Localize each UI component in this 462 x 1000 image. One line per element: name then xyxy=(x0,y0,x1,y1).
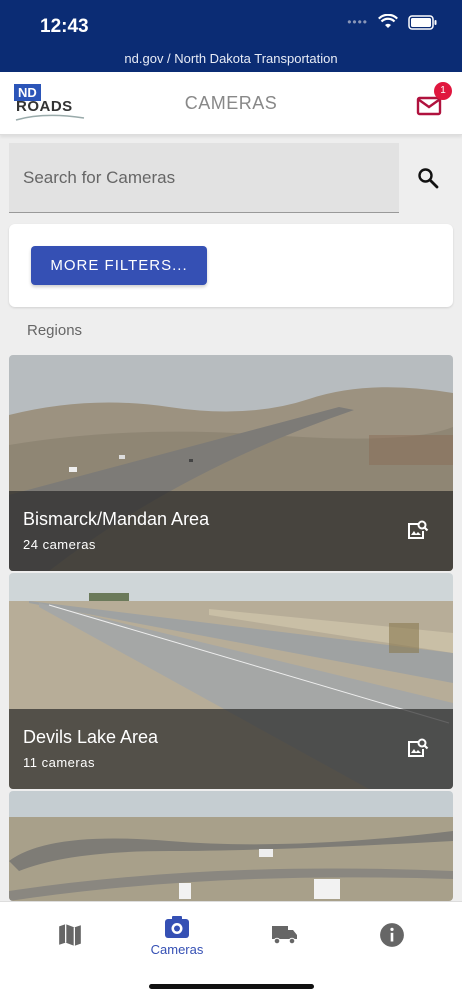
map-icon xyxy=(59,924,81,946)
app-header: ND ROADS CAMERAS 1 xyxy=(0,72,462,135)
region-overlay: Bismarck/Mandan Area 24 cameras xyxy=(9,491,453,571)
battery-icon xyxy=(408,14,437,30)
signal-dots-icon: •••• xyxy=(347,15,368,29)
region-card-devils-lake[interactable]: Devils Lake Area 11 cameras xyxy=(9,573,453,789)
status-bar: 12:43 •••• nd.gov / North Dakota Transpo… xyxy=(0,0,462,72)
search-field xyxy=(9,143,399,213)
info-icon xyxy=(380,923,404,947)
image-search-icon[interactable] xyxy=(405,519,429,543)
camera-count: 11 cameras xyxy=(23,755,95,770)
region-overlay: Devils Lake Area 11 cameras xyxy=(9,709,453,789)
truck-icon xyxy=(272,926,297,945)
tab-trucking[interactable] xyxy=(245,914,325,964)
url-bar[interactable]: nd.gov / North Dakota Transportation xyxy=(0,51,462,66)
page-title: CAMERAS xyxy=(184,93,278,113)
region-name: Bismarck/Mandan Area xyxy=(23,509,210,529)
tab-cameras[interactable]: Cameras xyxy=(137,914,217,964)
regions-heading: Regions xyxy=(27,322,83,339)
region-card-partial[interactable] xyxy=(9,791,453,901)
clock: 12:43 xyxy=(40,16,89,37)
camera-icon xyxy=(165,916,189,938)
tab-cameras-label: Cameras xyxy=(150,942,204,957)
wifi-icon xyxy=(378,14,398,28)
tab-map[interactable] xyxy=(30,914,110,964)
more-filters-button[interactable]: MORE FILTERS... xyxy=(31,246,207,285)
camera-count: 24 cameras xyxy=(23,537,96,552)
region-card-bismarck-mandan[interactable]: Bismarck/Mandan Area 24 cameras xyxy=(9,355,453,571)
status-icons: •••• xyxy=(347,14,438,30)
camera-preview-image xyxy=(9,791,453,901)
search-input[interactable] xyxy=(9,143,399,212)
filter-card: MORE FILTERS... xyxy=(9,224,453,307)
home-indicator xyxy=(149,984,314,989)
search-icon[interactable] xyxy=(416,166,440,190)
notification-badge: 1 xyxy=(434,82,452,100)
tab-info[interactable] xyxy=(352,914,432,964)
region-name: Devils Lake Area xyxy=(23,727,159,747)
image-search-icon[interactable] xyxy=(405,737,429,761)
